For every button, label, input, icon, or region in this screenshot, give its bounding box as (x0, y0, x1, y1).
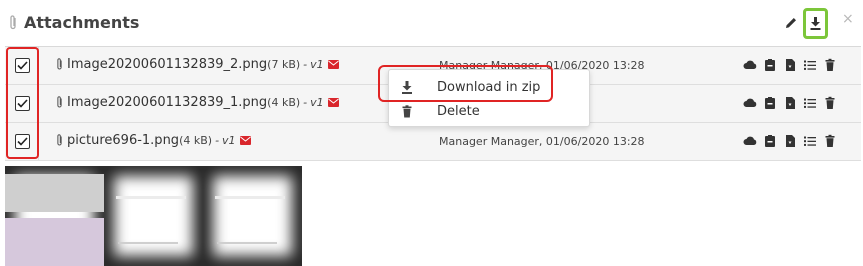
list-icon[interactable] (803, 134, 817, 148)
checkmark-icon (17, 137, 28, 146)
thumbnail-strip (5, 166, 302, 266)
panel-title: Attachments (24, 13, 140, 32)
cloud-icon[interactable] (743, 134, 757, 148)
row-checkbox[interactable] (15, 58, 30, 73)
file-version: v1 (310, 58, 324, 71)
cloud-icon[interactable] (743, 58, 757, 72)
clipboard-icon[interactable] (763, 96, 777, 110)
menu-item-download-zip[interactable]: Download in zip (389, 76, 589, 100)
file-download-icon[interactable] (783, 58, 797, 72)
select-cell (5, 47, 39, 85)
select-cell (5, 123, 39, 161)
version-prefix: - (215, 134, 220, 147)
clipboard-icon[interactable] (763, 58, 777, 72)
file-name: Image20200601132839_1.png (67, 95, 268, 110)
paperclip-icon (57, 134, 62, 146)
clipboard-icon[interactable] (763, 134, 777, 148)
close-icon[interactable]: × (842, 11, 854, 27)
trash-icon[interactable] (823, 134, 837, 148)
table-row: picture696-1.png (4 kB) - v1 Manager Man… (5, 123, 861, 161)
context-menu: Download in zip Delete (388, 69, 590, 127)
file-download-icon[interactable] (783, 134, 797, 148)
file-link[interactable]: picture696-1.png (4 kB) - v1 (55, 133, 251, 148)
list-icon[interactable] (803, 58, 817, 72)
file-size: (4 kB) (267, 96, 301, 109)
file-name: picture696-1.png (67, 133, 180, 148)
trash-icon[interactable] (823, 96, 837, 110)
file-version: v1 (310, 96, 324, 109)
file-name: Image20200601132839_2.png (67, 57, 268, 72)
list-icon[interactable] (803, 96, 817, 110)
menu-item-label: Download in zip (437, 80, 541, 95)
paperclip-icon (10, 15, 16, 30)
row-actions (743, 134, 837, 148)
row-actions (743, 58, 837, 72)
row-actions (743, 96, 837, 110)
mail-icon[interactable] (239, 136, 251, 145)
paperclip-icon (57, 58, 62, 70)
file-size: (4 kB) (179, 134, 213, 147)
version-prefix: - (303, 96, 308, 109)
row-checkbox[interactable] (15, 96, 30, 111)
upload-meta: Manager Manager, 01/06/2020 13:28 (439, 135, 645, 148)
checkmark-icon (17, 99, 28, 108)
menu-item-delete[interactable]: Delete (389, 100, 589, 124)
thumbnail[interactable] (5, 166, 104, 266)
file-link[interactable]: Image20200601132839_1.png (4 kB) - v1 (55, 95, 339, 110)
thumbnail[interactable] (203, 166, 302, 266)
checkmark-icon (17, 61, 28, 70)
cloud-icon[interactable] (743, 96, 757, 110)
file-size: (7 kB) (267, 58, 301, 71)
menu-item-label: Delete (437, 104, 480, 119)
download-icon (402, 81, 412, 94)
attachments-header: Attachments × (0, 0, 863, 46)
pencil-icon[interactable] (783, 15, 799, 31)
file-download-icon[interactable] (783, 96, 797, 110)
row-checkbox[interactable] (15, 134, 30, 149)
file-link[interactable]: Image20200601132839_2.png (7 kB) - v1 (55, 57, 339, 72)
select-cell (5, 85, 39, 123)
download-icon (810, 17, 821, 30)
paperclip-icon (57, 96, 62, 108)
trash-icon (402, 105, 412, 118)
mail-icon[interactable] (327, 98, 339, 107)
trash-icon[interactable] (823, 58, 837, 72)
file-version: v1 (222, 134, 236, 147)
mail-icon[interactable] (327, 60, 339, 69)
thumbnail[interactable] (104, 166, 203, 266)
version-prefix: - (303, 58, 308, 71)
download-all-button[interactable] (803, 8, 828, 39)
